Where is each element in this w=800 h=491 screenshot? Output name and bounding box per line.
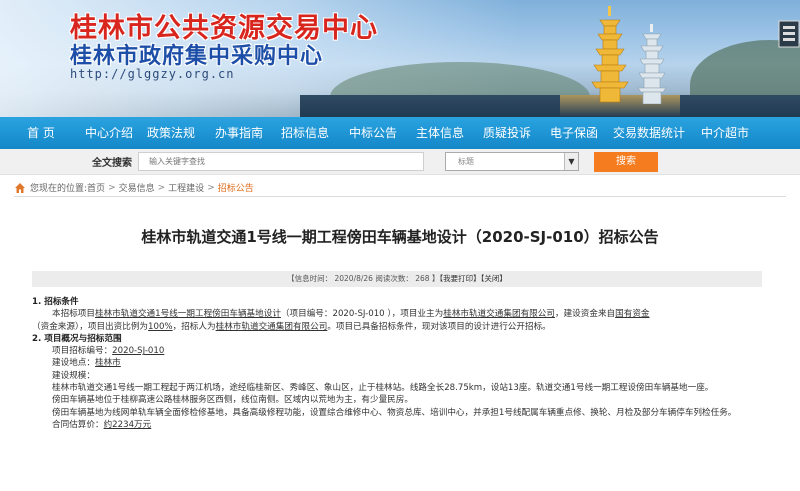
nav-guide[interactable]: 办事指南 bbox=[206, 117, 272, 149]
breadcrumb-construction[interactable]: 工程建设 bbox=[168, 181, 204, 194]
article-date-views: 【信息时间： 2020/8/26 阅读次数： 268 】 bbox=[287, 274, 440, 283]
nav-complaints[interactable]: 质疑投诉 bbox=[472, 117, 542, 149]
site-url: http://glggzy.org.cn bbox=[70, 67, 235, 81]
banner-lake bbox=[300, 95, 800, 117]
article-info-bar: 【信息时间： 2020/8/26 阅读次数： 268 】【我要打印】【关闭】 bbox=[32, 271, 762, 287]
nav-trade-stats[interactable]: 交易数据统计 bbox=[606, 117, 692, 149]
site-banner: 桂林市公共资源交易中心 桂林市政府集中采购中心 http://glggzy.or… bbox=[0, 0, 800, 117]
nav-award-notice[interactable]: 中标公告 bbox=[338, 117, 408, 149]
search-field-value: 标题 bbox=[458, 157, 474, 166]
paragraph: 傍田车辆基地位于桂柳高速公路桂林服务区西侧，线位南侧。区域内以荒地为主，有少量民… bbox=[52, 395, 413, 406]
home-icon bbox=[15, 182, 25, 193]
search-bar: 全文搜索 标题 ▼ 搜索 bbox=[0, 149, 800, 175]
paragraph: 合同估算价：约2234万元 bbox=[52, 419, 152, 430]
nav-tender-info[interactable]: 招标信息 bbox=[272, 117, 338, 149]
golden-pagoda-image bbox=[591, 6, 629, 103]
search-label: 全文搜索 bbox=[92, 158, 132, 169]
page-bottom bbox=[0, 478, 800, 491]
breadcrumb-trade-info[interactable]: 交易信息 bbox=[119, 181, 155, 194]
breadcrumb: 您现在的位置: 首页 > 交易信息 > 工程建设 > 招标公告 bbox=[14, 181, 254, 194]
breadcrumb-current[interactable]: 招标公告 bbox=[218, 181, 254, 194]
breadcrumb-separator: > bbox=[207, 182, 215, 193]
corner-logo-icon bbox=[778, 20, 800, 48]
breadcrumb-prefix: 您现在的位置: bbox=[30, 184, 88, 194]
nav-e-guarantee[interactable]: 电子保函 bbox=[542, 117, 606, 149]
paragraph: 桂林市轨道交通1号线一期工程起于两江机场，途经临桂新区、秀峰区、象山区，止于桂林… bbox=[52, 383, 714, 394]
close-link[interactable]: 【关闭】 bbox=[481, 274, 507, 283]
silver-pagoda-image bbox=[637, 24, 667, 104]
print-link[interactable]: 【我要打印】 bbox=[439, 274, 480, 283]
paragraph: 建设地点：桂林市 bbox=[52, 358, 121, 369]
paragraph: 项目招标编号：2020-SJ-010 bbox=[52, 346, 165, 357]
nav-policies[interactable]: 政策法规 bbox=[136, 117, 206, 149]
site-subtitle: 桂林市政府集中采购中心 bbox=[70, 44, 324, 69]
paragraph: 傍田车辆基地为线网单轨车辆全面修检修基地，具备高级修程功能，设置综合维修中心、物… bbox=[52, 407, 737, 418]
search-button[interactable]: 搜索 bbox=[594, 152, 658, 172]
paragraph: 建设规模： bbox=[52, 370, 95, 381]
nav-agency-market[interactable]: 中介超市 bbox=[692, 117, 758, 149]
paragraph: （资金来源），项目出资比例为100%，招标人为桂林市轨道交通集团有限公司。项目已… bbox=[32, 321, 551, 332]
article-title: 桂林市轨道交通1号线一期工程傍田车辆基地设计（2020-SJ-010）招标公告 bbox=[141, 228, 659, 246]
search-input[interactable] bbox=[138, 152, 424, 171]
divider bbox=[14, 196, 786, 197]
section-heading: 2. 项目概况与招标范围 bbox=[32, 333, 122, 344]
breadcrumb-separator: > bbox=[108, 182, 116, 193]
breadcrumb-home[interactable]: 首页 bbox=[87, 181, 105, 194]
nav-home[interactable]: 首 页 bbox=[0, 117, 82, 149]
main-nav: 首 页 中心介绍 政策法规 办事指南 招标信息 中标公告 主体信息 质疑投诉 电… bbox=[0, 117, 800, 149]
nav-center-intro[interactable]: 中心介绍 bbox=[82, 117, 136, 149]
chevron-down-icon[interactable]: ▼ bbox=[564, 153, 578, 170]
breadcrumb-separator: > bbox=[157, 182, 166, 193]
search-field-select[interactable]: 标题 ▼ bbox=[445, 152, 579, 171]
nav-entity-info[interactable]: 主体信息 bbox=[408, 117, 472, 149]
section-heading: 1. 招标条件 bbox=[32, 297, 79, 307]
paragraph: 本招标项目桂林市轨道交通1号线一期工程傍田车辆基地设计（项目编号：2020-SJ… bbox=[52, 309, 650, 320]
article-body: 1. 招标条件 本招标项目桂林市轨道交通1号线一期工程傍田车辆基地设计（项目编号… bbox=[32, 296, 768, 431]
